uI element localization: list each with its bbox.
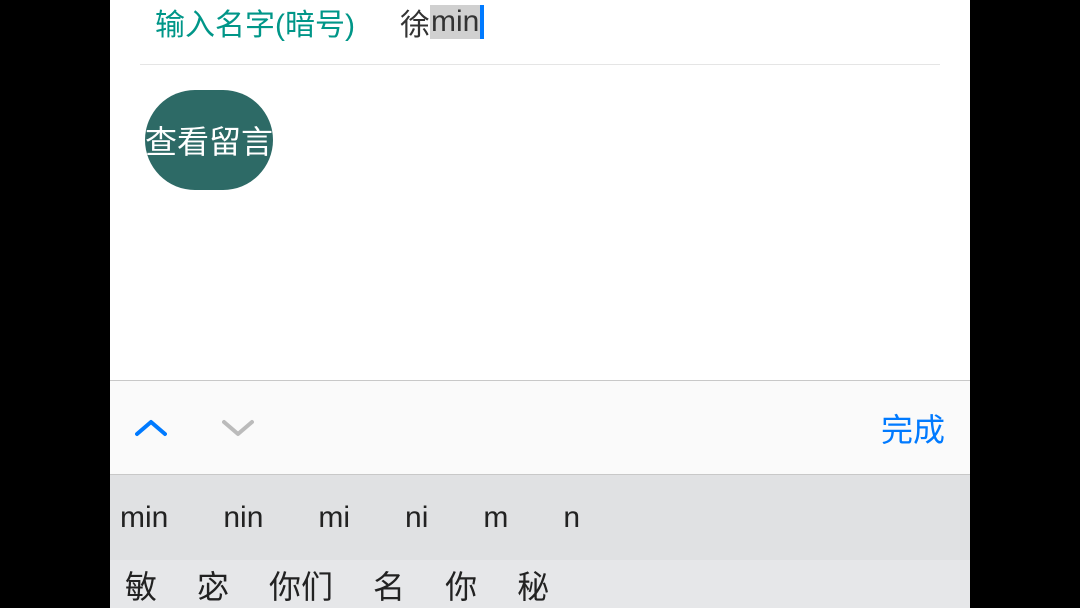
pinyin-suggestions-row: min nin mi ni m n [110,475,970,560]
chevron-up-icon[interactable] [135,418,167,438]
character-candidate[interactable]: 你们 [269,562,333,608]
right-black-bar [970,0,1080,608]
character-candidate[interactable]: 名 [373,562,405,608]
pinyin-suggestion[interactable]: nin [223,501,263,535]
character-candidate[interactable]: 你 [445,562,477,608]
text-cursor [480,5,484,39]
view-messages-button[interactable]: 查看留言 [145,90,273,190]
input-committed-text: 徐 [400,0,430,44]
character-candidates-row: 敏 宓 你们 名 你 秘 [110,560,970,608]
pinyin-suggestion[interactable]: n [563,501,580,535]
character-candidate[interactable]: 宓 [197,562,229,608]
form-area: 输入名字(暗号) 徐min 查看留言 [110,0,970,190]
pinyin-suggestion[interactable]: mi [318,501,350,535]
pinyin-suggestion[interactable]: m [483,501,508,535]
input-typing-text: min [430,5,480,39]
input-row[interactable]: 输入名字(暗号) 徐min [140,0,940,65]
keyboard-toolbar: 完成 [110,380,970,475]
main-content: 输入名字(暗号) 徐min 查看留言 完成 min nin mi [110,0,970,608]
character-candidate[interactable]: 敏 [125,562,157,608]
character-candidate[interactable]: 秘 [517,562,549,608]
keyboard-done-button[interactable]: 完成 [881,405,945,451]
input-label: 输入名字(暗号) [155,0,355,44]
chevron-down-icon [222,418,254,438]
name-input[interactable]: 徐min [400,0,484,44]
pinyin-suggestion[interactable]: min [120,501,168,535]
keyboard: 完成 min nin mi ni m n 敏 宓 你们 名 你 秘 [110,380,970,608]
left-black-bar [0,0,110,608]
pinyin-suggestion[interactable]: ni [405,501,428,535]
